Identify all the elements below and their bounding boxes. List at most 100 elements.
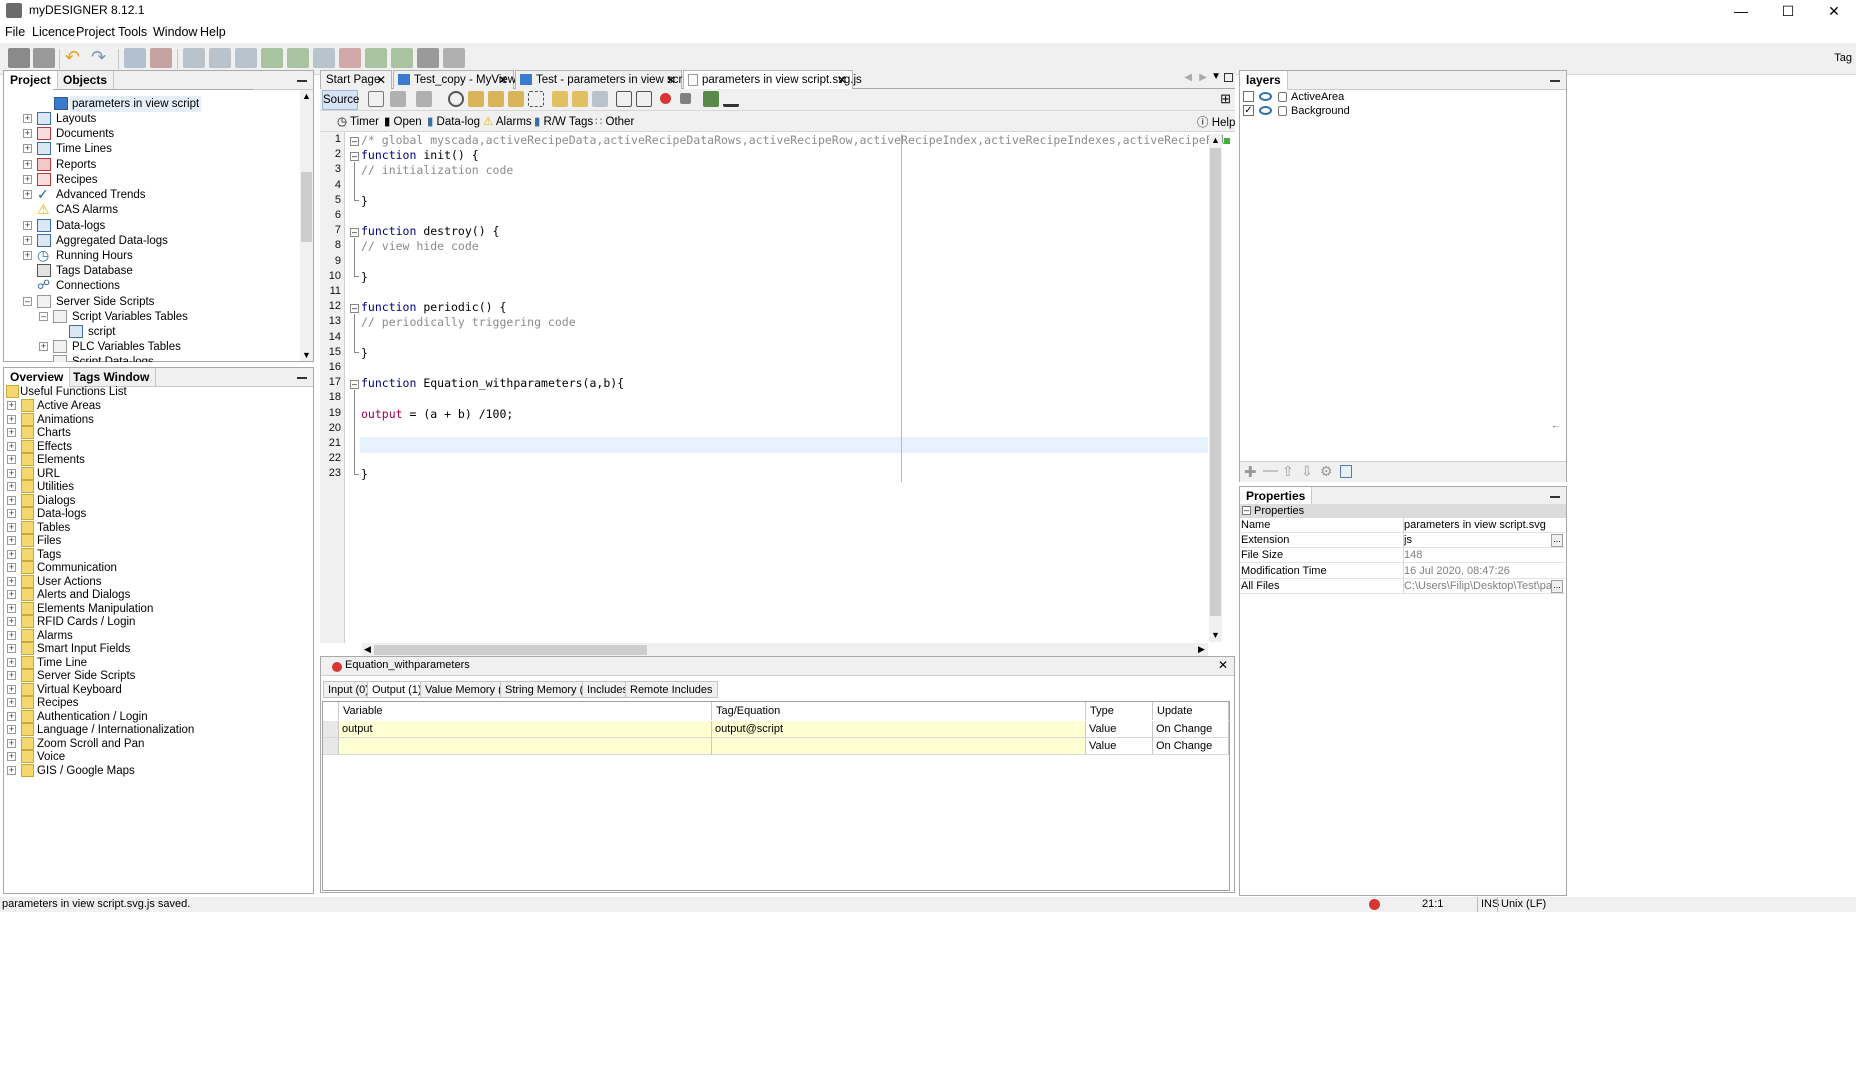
expand-icon[interactable]: +	[23, 129, 32, 138]
properties-group[interactable]: – Properties	[1240, 504, 1566, 518]
expand-icon[interactable]: +	[7, 482, 16, 491]
layer-properties-icon[interactable]	[1340, 465, 1352, 478]
close-tab-icon[interactable]: ✕	[666, 71, 676, 89]
upload-icon[interactable]	[365, 48, 387, 68]
lock-icon[interactable]	[1278, 106, 1287, 116]
minimize-icon[interactable]	[1550, 496, 1560, 498]
comment-icon[interactable]	[703, 91, 719, 107]
function-breadcrumb[interactable]: Equation_withparameters	[345, 659, 470, 671]
project-scrollbar-thumb[interactable]	[301, 172, 312, 242]
add-view-icon[interactable]	[261, 48, 283, 68]
tree-item-aggregated-data-logs[interactable]: + Aggregated Data-logs	[22, 233, 222, 249]
code-line[interactable]: // periodically triggering code	[361, 315, 576, 329]
expand-icon[interactable]: +	[7, 495, 16, 505]
code-line[interactable]: }	[361, 467, 368, 481]
add-screen-icon[interactable]	[287, 48, 309, 68]
cell-update[interactable]: On Change	[1153, 738, 1229, 755]
close-tab-icon[interactable]: ✕	[837, 71, 847, 89]
scroll-up-icon[interactable]: ▲	[1211, 135, 1220, 145]
next-bookmark-icon[interactable]	[572, 91, 588, 107]
row-header[interactable]	[323, 738, 339, 755]
expand-icon[interactable]: +	[7, 590, 16, 599]
uncomment-icon[interactable]	[723, 91, 739, 107]
expand-icon[interactable]: +	[23, 144, 32, 153]
code-line[interactable]: function init() {	[361, 148, 479, 162]
fold-icon[interactable]: –	[350, 137, 359, 146]
tree-item-layouts[interactable]: + Layouts	[22, 111, 222, 127]
expand-icon[interactable]: +	[7, 509, 16, 518]
error-indicator-icon[interactable]	[1369, 899, 1380, 910]
open-button[interactable]: ▮ Open	[384, 114, 422, 128]
fold-icon[interactable]: –	[350, 228, 359, 237]
save-icon[interactable]	[8, 48, 30, 68]
tab-test-parameters-view[interactable]: Test - parameters in view script ✕	[515, 70, 695, 89]
menu-window[interactable]: Window	[153, 25, 197, 39]
tab-scroll-right-icon[interactable]: ▶	[1199, 72, 1207, 83]
tag-label[interactable]: Tag	[1834, 52, 1852, 64]
help-button[interactable]: ⓘ Help	[1197, 114, 1235, 130]
scroll-right-icon[interactable]: ▶	[1198, 644, 1205, 655]
function-category-item[interactable]: + GIS / Google Maps	[6, 763, 206, 779]
remove-layer-icon[interactable]: —	[1263, 462, 1278, 479]
minimize-window-button[interactable]: —	[1718, 0, 1764, 22]
expand-icon[interactable]: +	[23, 160, 32, 169]
tree-item-connections[interactable]: ☍ Connections	[22, 278, 222, 294]
code-line[interactable]: function destroy() {	[361, 224, 499, 238]
timer-button[interactable]: ◷ Timer	[337, 114, 379, 128]
cell-type[interactable]: Value	[1086, 738, 1153, 755]
chevron-right-icon[interactable]: ›	[454, 658, 458, 672]
add-layer-icon[interactable]: ✚	[1244, 463, 1257, 481]
code-editor[interactable]	[320, 132, 1235, 656]
expand-icon[interactable]: +	[7, 752, 16, 761]
editor-horizontal-scrollbar-thumb[interactable]	[374, 645, 647, 655]
code-line[interactable]: // initialization code	[361, 163, 513, 177]
tree-item-time-lines[interactable]: + Time Lines	[22, 141, 222, 157]
tab-remote-includes[interactable]: Remote Includes	[625, 681, 718, 698]
eye-icon[interactable]	[1259, 92, 1272, 101]
tree-item-data-logs[interactable]: + Data-logs	[22, 218, 222, 234]
monitor-icon[interactable]	[313, 48, 335, 68]
tab-project[interactable]: Project	[4, 71, 58, 90]
view-icon[interactable]	[235, 48, 257, 68]
expand-icon[interactable]: +	[7, 738, 16, 748]
preview-icon[interactable]	[183, 48, 205, 68]
edit-extension-button[interactable]: ...	[1551, 534, 1563, 547]
select-icon[interactable]	[528, 91, 544, 107]
expand-icon[interactable]: +	[7, 725, 16, 734]
tree-item-recipes[interactable]: + Recipes	[22, 172, 222, 188]
collapse-icon[interactable]: –	[1242, 506, 1251, 515]
code-line[interactable]: /* global myscada,activeRecipeData,activ…	[361, 133, 1226, 147]
expand-icon[interactable]: +	[7, 414, 16, 424]
cell-variable[interactable]	[339, 738, 712, 755]
menu-licence[interactable]: Licence	[32, 25, 75, 39]
rw-tags-button[interactable]: ▮ R/W Tags	[534, 114, 593, 128]
find-selection-icon[interactable]	[508, 91, 524, 107]
find-next-icon[interactable]	[488, 91, 504, 107]
tab-objects[interactable]: Objects	[57, 71, 115, 90]
shift-left-icon[interactable]	[616, 91, 632, 107]
toggle-bookmark-icon[interactable]	[592, 91, 608, 107]
move-layer-up-icon[interactable]: ⇧	[1282, 463, 1294, 480]
expand-icon[interactable]: +	[7, 630, 16, 640]
expand-icon[interactable]: +	[7, 657, 16, 667]
collapse-icon[interactable]: –	[23, 297, 32, 306]
tree-item-script-variables-tables[interactable]: – Script Variables Tables	[38, 309, 238, 325]
move-layer-down-icon[interactable]: ⇩	[1301, 463, 1313, 480]
tree-item-server-side-scripts[interactable]: – Server Side Scripts	[22, 294, 222, 310]
previous-bookmark-icon[interactable]	[552, 91, 568, 107]
close-panel-icon[interactable]: ✕	[1218, 658, 1228, 672]
alarms-button[interactable]: ⚠ Alarms	[483, 114, 532, 128]
menu-file[interactable]: File	[5, 25, 25, 39]
cell-type[interactable]: Value	[1086, 721, 1153, 738]
tab-list-icon[interactable]: ▼	[1211, 71, 1221, 82]
minimize-icon[interactable]	[1550, 80, 1560, 82]
expand-icon[interactable]: +	[7, 684, 16, 694]
expand-icon[interactable]: +	[7, 468, 16, 478]
menu-tools[interactable]: Tools	[118, 25, 147, 39]
expand-icon[interactable]: +	[23, 221, 32, 230]
editor-vertical-scrollbar-thumb[interactable]	[1210, 148, 1221, 616]
expand-icon[interactable]: +	[7, 441, 16, 451]
tree-item-advanced-trends[interactable]: + ✓ Advanced Trends	[22, 187, 222, 203]
scroll-down-icon[interactable]: ▼	[1211, 630, 1220, 640]
find-icon[interactable]	[448, 91, 464, 107]
